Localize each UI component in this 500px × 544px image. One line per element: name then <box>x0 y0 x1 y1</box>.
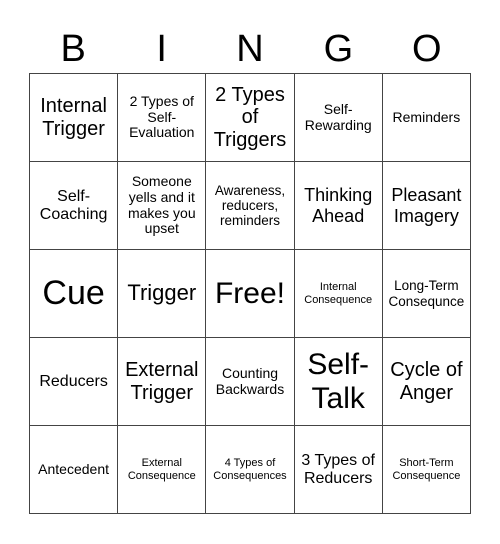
bingo-cell[interactable]: Self-Coaching <box>30 162 119 250</box>
bingo-cell[interactable]: 3 Types of Reducers <box>294 426 383 514</box>
bingo-cell[interactable]: Reminders <box>382 74 471 162</box>
bingo-cell[interactable]: Antecedent <box>30 426 119 514</box>
bingo-cell[interactable]: Pleasant Imagery <box>382 162 471 250</box>
bingo-header: B I N G O <box>29 26 471 72</box>
bingo-cell[interactable]: Self-Talk <box>294 338 383 426</box>
bingo-cell[interactable]: 2 Types of Triggers <box>206 74 295 162</box>
bingo-cell[interactable]: Thinking Ahead <box>294 162 383 250</box>
bingo-cell[interactable]: Cue <box>30 250 119 338</box>
header-letter-o: O <box>412 28 442 70</box>
bingo-cell[interactable]: Awareness, reducers, reminders <box>206 162 295 250</box>
bingo-cell[interactable]: Long-Term Consequnce <box>382 250 471 338</box>
bingo-cell[interactable]: Cycle of Anger <box>382 338 471 426</box>
bingo-cell[interactable]: Trigger <box>118 250 207 338</box>
bingo-cell[interactable]: Self-Rewarding <box>294 74 383 162</box>
bingo-cell[interactable]: Short-Term Consequence <box>382 426 471 514</box>
bingo-cell[interactable]: 2 Types of Self-Evaluation <box>118 74 207 162</box>
header-letter-b: B <box>60 28 86 70</box>
bingo-cell[interactable]: Reducers <box>30 338 119 426</box>
header-letter-i: I <box>156 28 167 70</box>
header-letter-g: G <box>323 28 354 70</box>
bingo-cell[interactable]: Internal Consequence <box>294 250 383 338</box>
bingo-cell[interactable]: Counting Backwards <box>206 338 295 426</box>
bingo-cell[interactable]: External Trigger <box>118 338 207 426</box>
bingo-cell[interactable]: Free! <box>206 250 295 338</box>
header-letter-n: N <box>236 28 264 70</box>
bingo-cell[interactable]: 4 Types of Consequences <box>206 426 295 514</box>
bingo-cell[interactable]: Internal Trigger <box>30 74 119 162</box>
bingo-cell[interactable]: External Consequence <box>118 426 207 514</box>
bingo-card-grid: Internal Trigger 2 Types of Self-Evaluati… <box>29 73 471 514</box>
bingo-cell[interactable]: Someone yells and it makes you upset <box>118 162 207 250</box>
